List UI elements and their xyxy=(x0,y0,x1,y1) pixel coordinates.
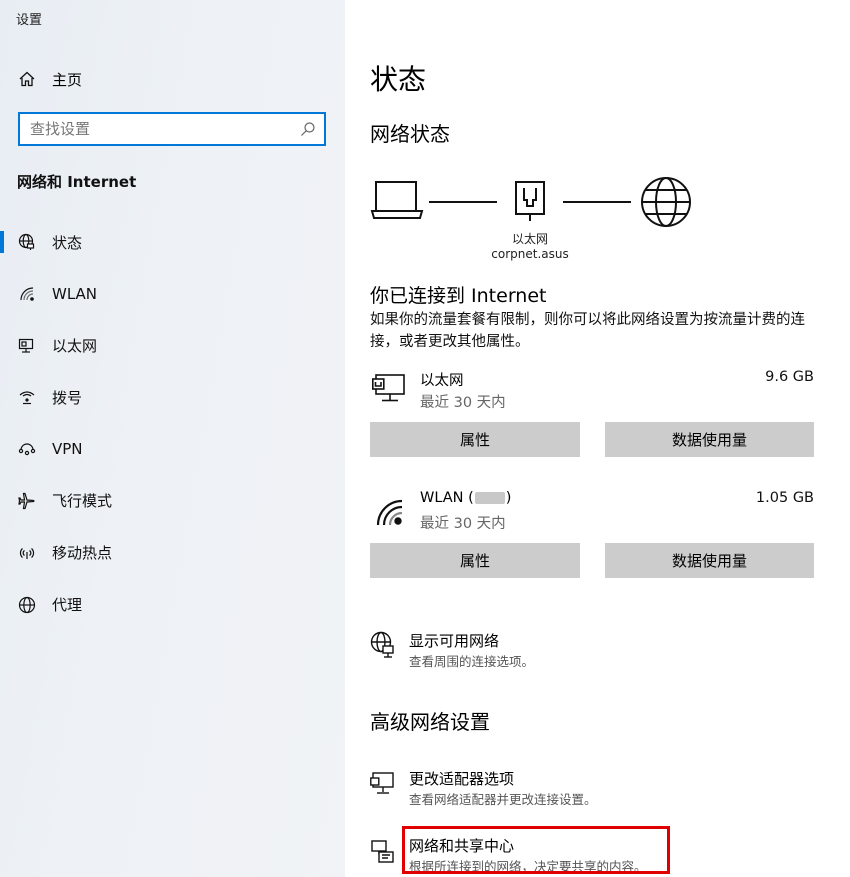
ethernet-adapter-name: 以太网 xyxy=(420,373,464,389)
wlan-adapter-name: WLAN () xyxy=(420,490,511,506)
sidebar-item-label: 代理 xyxy=(52,596,83,615)
sidebar-item-label: 以太网 xyxy=(52,337,98,356)
wifi-icon xyxy=(18,285,36,303)
home-icon xyxy=(19,71,35,87)
internet-globe-icon xyxy=(641,177,691,227)
page-title: 状态 xyxy=(370,63,427,96)
advanced-settings-title: 高级网络设置 xyxy=(370,710,490,734)
change-adapter-link[interactable]: 更改适配器选项 查看网络适配器并更改连接设置。 xyxy=(370,766,690,808)
sidebar-item-label: 飞行模式 xyxy=(52,492,113,511)
sidebar-item-mobile-hotspot[interactable]: 移动热点 xyxy=(0,533,345,573)
wlan-properties-button[interactable]: 属性 xyxy=(370,543,580,578)
wlan-data-usage-button[interactable]: 数据使用量 xyxy=(605,543,814,578)
search-icon[interactable] xyxy=(300,121,316,137)
ethernet-port-icon xyxy=(515,181,545,221)
sidebar: 设置 主页 网络和 Internet 状态 xyxy=(0,0,345,877)
sidebar-item-airplane-mode[interactable]: 飞行模式 xyxy=(0,481,345,521)
globe-network-icon xyxy=(370,631,394,658)
window-title: 设置 xyxy=(16,13,43,28)
connection-line xyxy=(563,201,631,203)
ethernet-properties-button[interactable]: 属性 xyxy=(370,422,580,457)
home-nav-item[interactable]: 主页 xyxy=(18,66,82,92)
search-input[interactable] xyxy=(20,114,300,144)
sidebar-item-proxy[interactable]: 代理 xyxy=(0,585,345,625)
sidebar-item-label: 状态 xyxy=(52,233,83,252)
dialup-icon xyxy=(18,388,36,406)
proxy-globe-icon xyxy=(18,596,36,614)
network-status-title: 网络状态 xyxy=(370,122,450,146)
sidebar-item-label: WLAN xyxy=(52,284,98,303)
sidebar-item-status[interactable]: 状态 xyxy=(0,222,345,262)
network-diagram: 以太网 corpnet.asus xyxy=(370,175,700,265)
ethernet-icon xyxy=(18,337,36,355)
network-name-caption: corpnet.asus xyxy=(491,247,569,261)
ethernet-adapter-icon xyxy=(372,374,405,402)
wlan-usage: 1.05 GB xyxy=(755,490,814,506)
sidebar-item-vpn[interactable]: VPN xyxy=(0,429,345,469)
sidebar-section-title: 网络和 Internet xyxy=(17,173,137,191)
vpn-icon xyxy=(18,440,36,458)
change-adapter-title: 更改适配器选项 xyxy=(409,770,515,788)
wlan-adapter-period: 最近 30 天内 xyxy=(420,516,506,532)
ethernet-usage: 9.6 GB xyxy=(765,369,814,385)
hotspot-icon xyxy=(18,544,36,562)
monitor-adapter-icon xyxy=(370,772,394,794)
show-networks-title: 显示可用网络 xyxy=(409,632,500,650)
home-label: 主页 xyxy=(52,70,83,89)
wlan-name-prefix: WLAN ( xyxy=(420,490,474,506)
connected-title: 你已连接到 Internet xyxy=(370,285,547,307)
change-adapter-subtitle: 查看网络适配器并更改连接设置。 xyxy=(409,792,597,807)
sidebar-item-label: 拨号 xyxy=(52,388,83,407)
wlan-name-suffix: ) xyxy=(505,490,512,506)
sidebar-item-dialup[interactable]: 拨号 xyxy=(0,377,345,417)
laptop-icon xyxy=(370,181,424,219)
sidebar-nav: 状态 WLAN 以太网 拨号 VPN 飞行模式 移动热点 代理 xyxy=(0,222,345,636)
connected-description: 如果你的流量套餐有限制，则你可以将此网络设置为按流量计费的连接，或者更改其他属性… xyxy=(370,312,805,350)
connection-line xyxy=(429,201,497,203)
wifi-adapter-icon xyxy=(376,499,403,526)
adapter-caption: 以太网 xyxy=(511,232,548,246)
highlight-box xyxy=(402,826,670,874)
globe-status-icon xyxy=(18,233,36,251)
sidebar-item-ethernet[interactable]: 以太网 xyxy=(0,326,345,366)
airplane-icon xyxy=(18,492,36,510)
search-box[interactable] xyxy=(18,112,326,146)
ethernet-data-usage-button[interactable]: 数据使用量 xyxy=(605,422,814,457)
sidebar-item-label: VPN xyxy=(52,440,83,459)
sidebar-item-wlan[interactable]: WLAN xyxy=(0,274,345,314)
show-networks-subtitle: 查看周围的连接选项。 xyxy=(409,654,535,669)
sharing-center-icon xyxy=(371,840,394,863)
sidebar-item-label: 移动热点 xyxy=(52,544,113,563)
ethernet-adapter-period: 最近 30 天内 xyxy=(420,395,506,411)
show-networks-link[interactable]: 显示可用网络 查看周围的连接选项。 xyxy=(370,628,670,670)
main-content: 状态 网络状态 以太网 corpnet.asus 你已连接到 Internet … xyxy=(345,0,850,877)
redacted-ssid-mask xyxy=(474,492,505,504)
